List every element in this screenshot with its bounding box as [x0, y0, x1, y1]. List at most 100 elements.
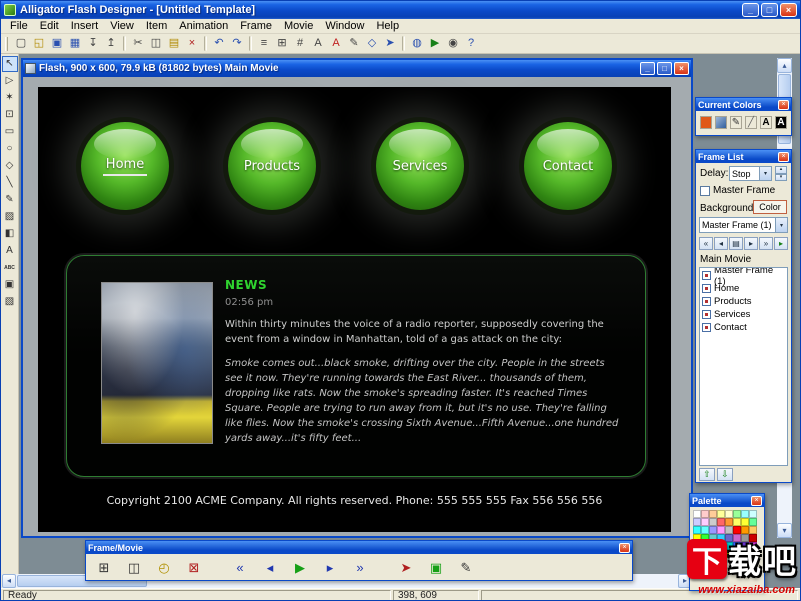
pencil-icon[interactable]: ✎ — [345, 35, 363, 52]
palette-swatch[interactable] — [717, 518, 725, 526]
palette-swatch[interactable] — [717, 510, 725, 518]
menu-movie[interactable]: Movie — [278, 20, 319, 32]
palette-swatch[interactable] — [701, 510, 709, 518]
cut-icon[interactable]: ✂ — [129, 35, 147, 52]
maximize-button[interactable]: □ — [761, 3, 778, 17]
menu-frame[interactable]: Frame — [234, 20, 278, 32]
pencil-icon[interactable]: ✎ — [730, 116, 742, 129]
palette-title-bar[interactable]: Palette × — [690, 494, 764, 507]
spin-up-icon[interactable]: ▴ — [775, 166, 787, 174]
first-frame-button[interactable]: « — [699, 237, 713, 250]
palette-swatch[interactable] — [741, 518, 749, 526]
palette-swatch[interactable] — [725, 526, 733, 534]
document-close-button[interactable]: × — [674, 62, 689, 75]
copyright-text[interactable]: Copyright 2100 ACME Company. All rights … — [38, 494, 671, 507]
frame-options-button[interactable]: ▤ — [729, 237, 743, 250]
line-tool[interactable]: ╲ — [2, 175, 18, 191]
grid-icon[interactable]: ⊞ — [273, 35, 291, 52]
document-minimize-button[interactable]: _ — [640, 62, 655, 75]
last-frame-button[interactable]: » — [759, 237, 773, 250]
next-frame-button[interactable]: ▸ — [318, 557, 342, 577]
palette-swatch[interactable] — [741, 510, 749, 518]
last-frame-button[interactable]: » — [348, 557, 372, 577]
text-color-inverse-icon[interactable]: A — [775, 116, 787, 129]
open-folder-icon[interactable]: ◱ — [30, 35, 48, 52]
palette-swatch[interactable] — [701, 526, 709, 534]
document-title-bar[interactable]: Flash, 900 x 600, 79.9 kB (81802 bytes) … — [23, 60, 691, 77]
text-icon[interactable]: A — [309, 35, 327, 52]
delay-spinner[interactable]: ▴ ▾ — [775, 166, 787, 181]
news-panel[interactable]: NEWS 02:56 pm Within thirty minutes the … — [66, 255, 646, 477]
nav-button-services[interactable]: Services — [376, 122, 464, 210]
snap-icon[interactable]: # — [291, 35, 309, 52]
palette-swatch[interactable] — [693, 518, 701, 526]
fill-tool[interactable]: ◧ — [2, 226, 18, 242]
watermark-url[interactable]: www.xiazaiba.com — [640, 584, 798, 596]
first-frame-button[interactable]: « — [228, 557, 252, 577]
palette-swatch[interactable] — [733, 526, 741, 534]
previous-frame-button[interactable]: ◂ — [258, 557, 282, 577]
redo-icon[interactable]: ↷ — [228, 35, 246, 52]
nav-button-products[interactable]: Products — [228, 122, 316, 210]
frame-list-item[interactable]: Products — [701, 295, 786, 308]
palette-swatch[interactable] — [693, 510, 701, 518]
menu-view[interactable]: View — [104, 20, 140, 32]
save-icon[interactable]: ▣ — [48, 35, 66, 52]
new-document-icon[interactable]: ▢ — [12, 35, 30, 52]
preview-frame-button[interactable]: ▣ — [424, 557, 448, 577]
menu-window[interactable]: Window — [319, 20, 370, 32]
copy-icon[interactable]: ◫ — [147, 35, 165, 52]
chevron-down-icon[interactable]: ▾ — [759, 167, 771, 180]
frame-movie-title-bar[interactable]: Frame/Movie × — [86, 541, 632, 554]
eraser-tool[interactable]: ▧ — [2, 294, 18, 310]
panel-close-button[interactable]: × — [778, 152, 789, 162]
menu-edit[interactable]: Edit — [34, 20, 65, 32]
close-button[interactable]: × — [780, 3, 797, 17]
next-frame-button[interactable]: ▸ — [744, 237, 758, 250]
crop-tool[interactable]: ⊡ — [2, 107, 18, 123]
save-all-icon[interactable]: ▦ — [66, 35, 84, 52]
edit-frame-button[interactable]: ✎ — [454, 557, 478, 577]
nav-button-home[interactable]: Home — [81, 122, 169, 210]
button-tool[interactable]: ▣ — [2, 277, 18, 293]
palette-swatch[interactable] — [709, 510, 717, 518]
globe-icon[interactable]: ◍ — [408, 35, 426, 52]
rectangle-tool[interactable]: ▭ — [2, 124, 18, 140]
play-frames-button[interactable]: ▸ — [774, 237, 788, 250]
fill-color-swatch[interactable] — [700, 116, 712, 129]
move-frame-up-button[interactable]: ⇧ — [699, 468, 715, 481]
nav-button-contact[interactable]: Contact — [524, 122, 612, 210]
ellipse-tool[interactable]: ○ — [2, 141, 18, 157]
undo-icon[interactable]: ↶ — [210, 35, 228, 52]
align-menu-icon[interactable]: ≡ — [255, 35, 273, 52]
document-maximize-button[interactable]: □ — [657, 62, 672, 75]
subselect-tool[interactable]: ▷ — [2, 73, 18, 89]
scroll-up-icon[interactable]: ▴ — [777, 58, 792, 73]
zoom-icon[interactable]: ◉ — [444, 35, 462, 52]
frame-dropdown[interactable]: Master Frame (1) ▾ — [699, 217, 788, 233]
palette-swatch[interactable] — [725, 510, 733, 518]
frame-list-item[interactable]: Master Frame (1) — [701, 269, 786, 282]
palette-swatch[interactable] — [717, 526, 725, 534]
current-colors-title-bar[interactable]: Current Colors × — [696, 98, 791, 111]
font-color-icon[interactable]: A — [327, 35, 345, 52]
select-tool[interactable]: ↖ — [2, 56, 18, 72]
frame-list-item[interactable]: Services — [701, 308, 786, 321]
gradient-swatch[interactable] — [715, 116, 727, 129]
news-photo[interactable] — [101, 282, 213, 444]
pencil-tool[interactable]: ✎ — [2, 192, 18, 208]
frame-list-title-bar[interactable]: Frame List × — [696, 150, 791, 163]
palette-swatch[interactable] — [749, 526, 757, 534]
menu-file[interactable]: File — [4, 20, 34, 32]
line-style-icon[interactable]: ╱ — [745, 116, 757, 129]
help-icon[interactable]: ? — [462, 35, 480, 52]
text-tool[interactable]: A — [2, 243, 18, 259]
panel-close-button[interactable]: × — [778, 100, 789, 110]
delete-frame-button[interactable]: ⊠ — [182, 557, 206, 577]
palette-swatch[interactable] — [749, 510, 757, 518]
export-frame-button[interactable]: ➤ — [394, 557, 418, 577]
menu-help[interactable]: Help — [370, 20, 405, 32]
spin-down-icon[interactable]: ▾ — [775, 174, 787, 182]
panel-close-button[interactable]: × — [619, 543, 630, 553]
move-frame-down-button[interactable]: ⇩ — [717, 468, 733, 481]
